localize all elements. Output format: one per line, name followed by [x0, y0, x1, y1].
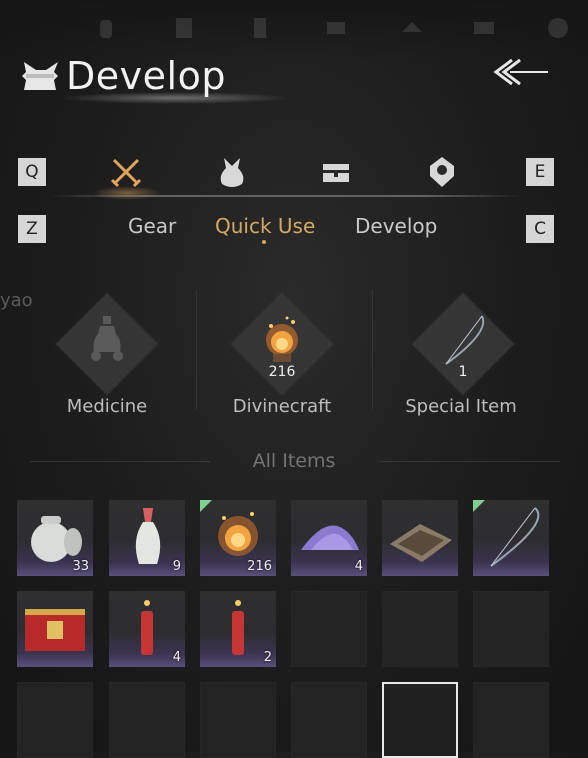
inventory-slot-firecracker[interactable]: 4	[109, 591, 185, 667]
pouch-icon[interactable]	[214, 154, 250, 190]
item-count: 33	[72, 559, 89, 574]
quick-slot-label: Special Item	[405, 396, 517, 417]
active-tab-indicator	[262, 240, 266, 244]
inventory-slot-purple-powder[interactable]: 4	[291, 500, 367, 576]
inventory-slot-empty[interactable]	[473, 682, 549, 758]
item-count: 2	[263, 650, 272, 665]
inventory-slot-porcelain-vase[interactable]: 9	[109, 500, 185, 576]
inventory-slot-fence-trap[interactable]	[382, 500, 458, 576]
inventory-slot-firecracker[interactable]: 2	[200, 591, 276, 667]
banner-icon	[176, 18, 192, 38]
inventory-slot-bow[interactable]	[473, 500, 549, 576]
key-prev-tab[interactable]: Z	[18, 215, 46, 243]
quick-slot-special-item[interactable]: 1	[412, 293, 514, 395]
inventory-slot-empty[interactable]	[200, 682, 276, 758]
title-glow	[60, 92, 290, 104]
inventory-slot-white-jar[interactable]: 33	[17, 500, 93, 576]
fence-trap-icon	[390, 524, 452, 562]
inventory-slot-divinecraft[interactable]: 216	[200, 500, 276, 576]
divider	[196, 290, 197, 410]
inventory-slot-empty[interactable]	[109, 682, 185, 758]
key-prev-category[interactable]: Q	[18, 158, 46, 186]
book-icon	[474, 22, 494, 34]
bow-icon	[490, 507, 540, 567]
quick-slot-label: Medicine	[66, 396, 148, 417]
back-arrow-icon[interactable]	[490, 52, 550, 92]
inventory-slot-red-box[interactable]	[17, 591, 93, 667]
slot-count: 1	[458, 364, 468, 380]
slot-count: 216	[268, 364, 296, 380]
item-count: 4	[172, 650, 181, 665]
divinecraft-flame-icon	[266, 316, 298, 362]
key-next-tab[interactable]: C	[526, 215, 554, 243]
develop-bundle-icon	[22, 62, 58, 90]
quick-slot-divinecraft[interactable]: 216	[231, 293, 333, 395]
inventory-slot-empty[interactable]	[473, 591, 549, 667]
location-pin-icon[interactable]	[424, 154, 460, 190]
scroll-icon	[327, 22, 345, 34]
bow-icon	[445, 315, 485, 365]
side-fragment-text: yao	[0, 290, 33, 311]
inventory-slot-empty[interactable]	[17, 682, 93, 758]
tower-icon	[254, 18, 266, 38]
medicine-bottle-icon	[91, 316, 123, 361]
lantern-icon	[100, 20, 112, 38]
category-underline	[50, 195, 520, 197]
inventory-slot-empty[interactable]	[291, 591, 367, 667]
item-count: 9	[172, 559, 181, 574]
divider	[372, 290, 373, 410]
inventory-slot-empty[interactable]	[382, 591, 458, 667]
bell-icon	[548, 18, 568, 38]
quick-slot-label: Divinecraft	[232, 396, 332, 417]
inventory-slot-empty[interactable]	[291, 682, 367, 758]
tab-quick-use[interactable]: Quick Use	[215, 214, 315, 238]
item-count: 4	[354, 559, 363, 574]
red-box-icon	[25, 609, 85, 651]
tab-gear[interactable]: Gear	[128, 214, 176, 238]
tab-develop[interactable]: Develop	[355, 214, 437, 238]
treasure-chest-icon[interactable]	[318, 154, 354, 190]
inventory-slot-selected[interactable]	[382, 682, 458, 758]
active-category-glow	[92, 186, 162, 200]
quick-slot-medicine[interactable]	[56, 293, 158, 395]
crossed-swords-icon[interactable]	[108, 154, 144, 190]
bird-icon	[402, 22, 422, 32]
item-count: 216	[247, 559, 272, 574]
key-next-category[interactable]: E	[526, 158, 554, 186]
all-items-heading: All Items	[252, 450, 336, 472]
